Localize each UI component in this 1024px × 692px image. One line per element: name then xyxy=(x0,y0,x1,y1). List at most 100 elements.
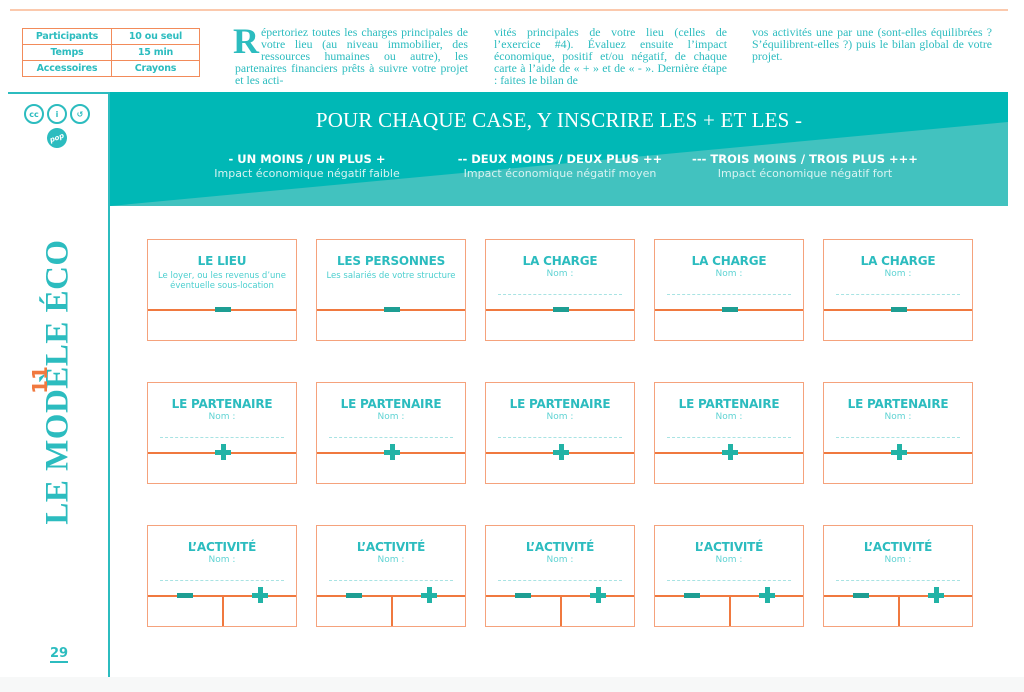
card-title: LE PARTENAIRE xyxy=(509,397,611,411)
card-title: LA CHARGE xyxy=(860,254,936,268)
card-les-personnes[interactable]: LES PERSONNES Les salariés de votre stru… xyxy=(316,239,466,341)
nom-input-line[interactable] xyxy=(498,437,622,438)
card-nom-label: Nom : xyxy=(377,412,405,422)
card-title: L’ACTIVITÉ xyxy=(525,540,595,554)
info-value: 10 ou seul xyxy=(111,28,200,45)
card-title: L’ACTIVITÉ xyxy=(863,540,933,554)
card-le-partenaire[interactable]: LE PARTENAIRE Nom : xyxy=(823,382,973,484)
intro-column-1: Répertoriez toutes les charges principal… xyxy=(233,23,468,87)
card-le-partenaire[interactable]: LE PARTENAIRE Nom : xyxy=(485,382,635,484)
nom-input-line[interactable] xyxy=(160,580,284,581)
minus-icon xyxy=(891,307,907,312)
card-l-activite[interactable]: L’ACTIVITÉ Nom : xyxy=(823,525,973,627)
card-nom-label: Nom : xyxy=(884,412,912,422)
intro-column-3: vos activités une par une (sont-elles éq… xyxy=(752,25,992,63)
nom-input-line[interactable] xyxy=(329,437,453,438)
card-vertical-divider xyxy=(729,595,731,626)
card-l-activite[interactable]: L’ACTIVITÉ Nom : xyxy=(654,525,804,627)
card-subtitle: Le loyer, ou les revenus d’une éventuell… xyxy=(157,271,287,291)
info-key: Temps xyxy=(22,44,112,61)
plus-icon xyxy=(384,444,400,460)
plus-icon xyxy=(215,444,231,460)
info-value: 15 min xyxy=(111,44,200,61)
card-vertical-divider xyxy=(560,595,562,626)
nom-input-line[interactable] xyxy=(667,580,791,581)
card-title: LES PERSONNES xyxy=(336,254,446,268)
card-l-activite[interactable]: L’ACTIVITÉ Nom : xyxy=(485,525,635,627)
nom-input-line[interactable] xyxy=(160,437,284,438)
info-key: Accessoires xyxy=(22,60,112,77)
card-vertical-divider xyxy=(898,595,900,626)
nom-input-line[interactable] xyxy=(836,580,960,581)
card-title: LE PARTENAIRE xyxy=(171,397,273,411)
card-le-partenaire[interactable]: LE PARTENAIRE Nom : xyxy=(654,382,804,484)
info-row: Participants 10 ou seul xyxy=(22,28,200,45)
nom-input-line[interactable] xyxy=(836,437,960,438)
minus-icon xyxy=(177,593,193,598)
legend-subtitle: Impact économique négatif moyen xyxy=(463,167,657,180)
card-l-activite[interactable]: L’ACTIVITÉ Nom : xyxy=(147,525,297,627)
plus-icon xyxy=(421,587,437,603)
plus-icon xyxy=(891,444,907,460)
card-title: L’ACTIVITÉ xyxy=(187,540,257,554)
nom-input-line[interactable] xyxy=(667,294,791,295)
info-table: Participants 10 ou seul Temps 15 min Acc… xyxy=(22,28,200,77)
legend-heading: -- DEUX MOINS / DEUX PLUS ++ xyxy=(457,152,663,166)
card-nom-label: Nom : xyxy=(208,555,236,565)
share-alike-icon: ↺ xyxy=(70,104,90,124)
card-title: LA CHARGE xyxy=(522,254,598,268)
minus-icon xyxy=(215,307,231,312)
card-title: LA CHARGE xyxy=(691,254,767,268)
nom-input-line[interactable] xyxy=(329,580,453,581)
card-nom-label: Nom : xyxy=(715,269,743,279)
card-nom-label: Nom : xyxy=(377,555,405,565)
nom-input-line[interactable] xyxy=(498,580,622,581)
card-title: LE PARTENAIRE xyxy=(340,397,442,411)
card-nom-label: Nom : xyxy=(884,555,912,565)
minus-icon xyxy=(346,593,362,598)
legend-item: - UN MOINS / UN PLUS + Impact économique… xyxy=(202,152,412,180)
card-la-charge[interactable]: LA CHARGE Nom : xyxy=(485,239,635,341)
minus-icon xyxy=(722,307,738,312)
page-bottom-band xyxy=(0,677,1024,692)
card-nom-label: Nom : xyxy=(546,269,574,279)
plus-icon xyxy=(722,444,738,460)
cc-icon: cc xyxy=(24,104,44,124)
minus-icon xyxy=(853,593,869,598)
card-title: L’ACTIVITÉ xyxy=(694,540,764,554)
card-la-charge[interactable]: LA CHARGE Nom : xyxy=(823,239,973,341)
legend-heading: - UN MOINS / UN PLUS + xyxy=(228,152,386,166)
card-title: LE LIEU xyxy=(197,254,247,268)
minus-icon xyxy=(384,307,400,312)
card-la-charge[interactable]: LA CHARGE Nom : xyxy=(654,239,804,341)
pop-badge-icon: pop xyxy=(44,125,70,151)
nom-input-line[interactable] xyxy=(836,294,960,295)
legend-subtitle: Impact économique négatif fort xyxy=(717,167,893,180)
info-row: Temps 15 min xyxy=(22,44,200,61)
minus-icon xyxy=(515,593,531,598)
card-le-partenaire[interactable]: LE PARTENAIRE Nom : xyxy=(316,382,466,484)
nom-input-line[interactable] xyxy=(667,437,791,438)
attribution-icon: i xyxy=(47,104,67,124)
legend-subtitle: Impact économique négatif faible xyxy=(214,167,400,180)
plus-icon xyxy=(252,587,268,603)
page-number: 29 xyxy=(50,646,69,663)
legend-item: --- TROIS MOINS / TROIS PLUS +++ Impact … xyxy=(690,152,920,180)
plus-icon xyxy=(590,587,606,603)
card-nom-label: Nom : xyxy=(208,412,236,422)
intro-text-1: épertoriez toutes les charges principale… xyxy=(235,25,468,87)
card-nom-label: Nom : xyxy=(546,412,574,422)
intro-column-2: vités principales de votre lieu (celles … xyxy=(494,25,727,87)
card-l-activite[interactable]: L’ACTIVITÉ Nom : xyxy=(316,525,466,627)
card-subtitle: Les salariés de votre structure xyxy=(326,271,456,281)
banner-title: POUR CHAQUE CASE, Y INSCRIRE LES + ET LE… xyxy=(315,108,803,132)
card-le-lieu[interactable]: LE LIEU Le loyer, ou les revenus d’une é… xyxy=(147,239,297,341)
info-row: Accessoires Crayons xyxy=(22,60,200,77)
nom-input-line[interactable] xyxy=(498,294,622,295)
minus-icon xyxy=(684,593,700,598)
minus-icon xyxy=(553,307,569,312)
legend-heading: --- TROIS MOINS / TROIS PLUS +++ xyxy=(692,152,918,166)
card-le-partenaire[interactable]: LE PARTENAIRE Nom : xyxy=(147,382,297,484)
legend-item: -- DEUX MOINS / DEUX PLUS ++ Impact écon… xyxy=(450,152,670,180)
instruction-banner: POUR CHAQUE CASE, Y INSCRIRE LES + ET LE… xyxy=(110,92,1008,206)
